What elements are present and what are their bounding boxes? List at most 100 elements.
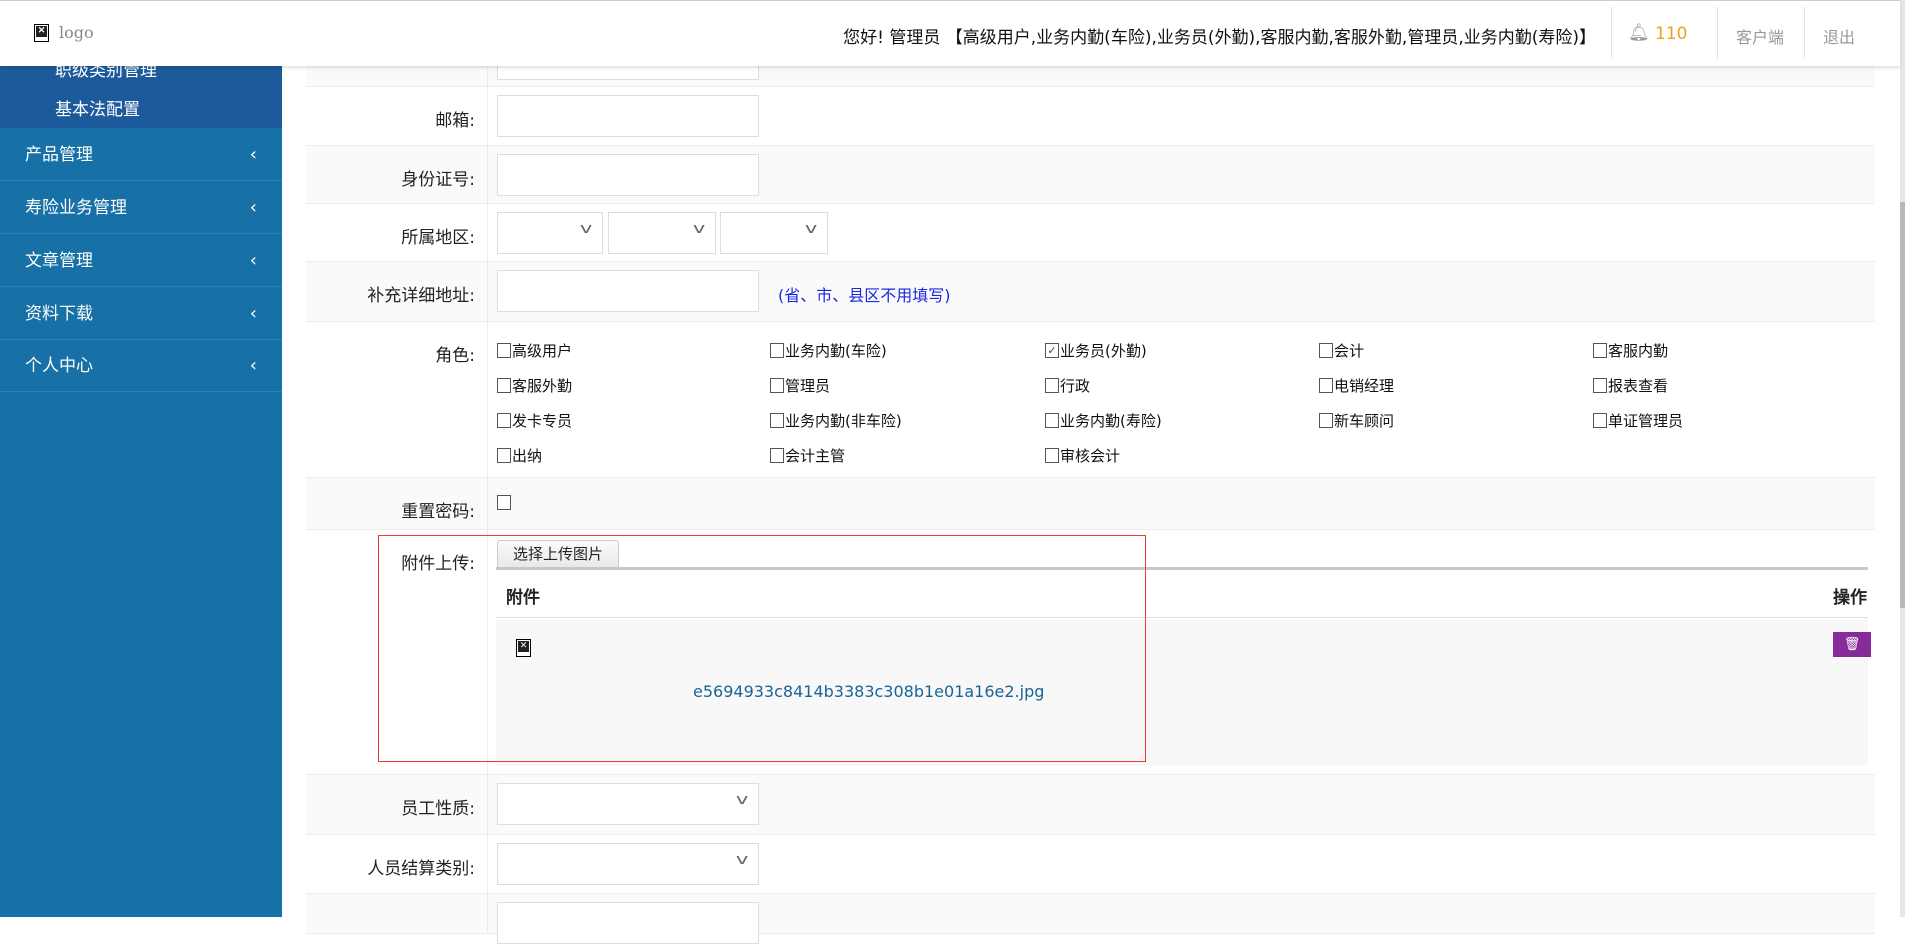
delete-button[interactable]: 🗑︎	[1833, 632, 1871, 657]
checkbox[interactable]	[1593, 343, 1607, 358]
user-greeting: 您好! 管理员 【高级用户,业务内勤(车险),业务员(外勤),客服内勤,客服外勤…	[843, 28, 1596, 48]
submenu-item-basic-law-config[interactable]: 基本法配置	[55, 95, 140, 120]
role-checkbox[interactable]: 业务内勤(寿险)	[1045, 410, 1162, 431]
form-row-employee-type: 员工性质: v	[306, 775, 1875, 835]
province-select[interactable]: v	[497, 212, 603, 254]
notification-count[interactable]: 110	[1655, 24, 1687, 44]
checkbox[interactable]	[770, 378, 784, 393]
settlement-label: 人员结算类别:	[306, 835, 488, 893]
city-select[interactable]: v	[608, 212, 716, 254]
trash-icon: 🗑︎	[1843, 637, 1861, 652]
checkbox[interactable]	[497, 448, 511, 463]
checkbox[interactable]	[1593, 378, 1607, 393]
id-number-input[interactable]	[497, 154, 759, 196]
address-label: 补充详细地址:	[306, 262, 488, 321]
employee-type-label: 员工性质:	[306, 775, 488, 834]
checkbox[interactable]	[1319, 413, 1333, 428]
role-checkbox[interactable]: 审核会计	[1045, 445, 1120, 466]
role-checkbox[interactable]: 会计	[1319, 340, 1364, 361]
checkbox[interactable]	[497, 343, 511, 358]
client-link[interactable]: 客户端	[1736, 24, 1784, 48]
email-input[interactable]	[497, 95, 759, 137]
roles-label: 角色:	[306, 322, 488, 477]
role-label: 报表查看	[1608, 377, 1669, 395]
sidebar-item-label: 产品管理	[25, 145, 93, 165]
text-input[interactable]	[497, 902, 759, 944]
logo-text: logo	[59, 23, 94, 42]
role-checkbox[interactable]: 新车顾问	[1319, 410, 1394, 431]
employee-type-select[interactable]: v	[497, 783, 759, 825]
role-checkbox[interactable]: 发卡专员	[497, 410, 572, 431]
checkbox[interactable]	[1319, 343, 1333, 358]
form-row-id: 身份证号:	[306, 146, 1875, 204]
divider	[1717, 7, 1718, 59]
checkbox[interactable]	[1319, 378, 1333, 393]
checkbox[interactable]	[770, 343, 784, 358]
role-checkbox[interactable]: 客服外勤	[497, 375, 572, 396]
district-select[interactable]: v	[720, 212, 828, 254]
chevron-down-icon: v	[735, 852, 749, 868]
role-label: 业务内勤(非车险)	[785, 412, 902, 430]
chevron-left-icon: ‹	[249, 250, 257, 271]
id-number-label: 身份证号:	[306, 146, 488, 203]
checkbox[interactable]	[497, 378, 511, 393]
role-label: 业务内勤(寿险)	[1060, 412, 1162, 430]
role-label: 管理员	[785, 377, 831, 395]
address-hint: (省、市、县区不用填写)	[778, 286, 951, 305]
role-checkbox[interactable]: 高级用户	[497, 340, 572, 361]
top-header: logo 您好! 管理员 【高级用户,业务内勤(车险),业务员(外勤),客服内勤…	[0, 0, 1900, 66]
logout-link[interactable]: 退出	[1823, 24, 1855, 48]
address-input[interactable]	[497, 270, 759, 312]
role-checkbox[interactable]: 管理员	[770, 375, 830, 396]
role-checkbox[interactable]: ✓ 业务员(外勤)	[1045, 340, 1147, 361]
checkbox[interactable]	[1593, 413, 1607, 428]
role-label: 高级用户	[512, 342, 573, 360]
settlement-select[interactable]: v	[497, 843, 759, 885]
sidebar-item-life-insurance[interactable]: 寿险业务管理 ‹	[0, 182, 282, 234]
chevron-down-icon: v	[692, 221, 706, 237]
chevron-down-icon: v	[804, 221, 818, 237]
checkbox[interactable]	[770, 413, 784, 428]
checkbox[interactable]	[1045, 448, 1059, 463]
role-checkbox[interactable]: 业务内勤(车险)	[770, 340, 887, 361]
sidebar-item-personal-center[interactable]: 个人中心 ‹	[0, 340, 282, 392]
sidebar-item-label: 资料下载	[25, 304, 93, 324]
checkbox[interactable]: ✓	[1045, 343, 1059, 358]
role-label: 新车顾问	[1334, 412, 1395, 430]
role-label: 业务员(外勤)	[1060, 342, 1147, 360]
role-label: 出纳	[512, 447, 543, 465]
checkbox[interactable]	[497, 413, 511, 428]
form-row-address: 补充详细地址: (省、市、县区不用填写)	[306, 262, 1875, 322]
checkbox[interactable]	[1045, 413, 1059, 428]
broken-image-icon	[34, 23, 49, 42]
checkbox[interactable]	[1045, 378, 1059, 393]
chevron-down-icon: v	[579, 221, 593, 237]
role-label: 会计	[1334, 342, 1365, 360]
sidebar-item-products[interactable]: 产品管理 ‹	[0, 129, 282, 181]
logo[interactable]: logo	[34, 23, 94, 42]
role-checkbox[interactable]: 行政	[1045, 375, 1090, 396]
role-checkbox[interactable]: 报表查看	[1593, 375, 1668, 396]
role-label: 单证管理员	[1608, 412, 1684, 430]
role-checkbox[interactable]: 单证管理员	[1593, 410, 1683, 431]
sidebar-item-label: 个人中心	[25, 356, 93, 376]
role-checkbox[interactable]: 出纳	[497, 445, 542, 466]
role-checkbox[interactable]: 客服内勤	[1593, 340, 1668, 361]
sidebar-item-downloads[interactable]: 资料下载 ‹	[0, 288, 282, 340]
role-checkbox[interactable]: 电销经理	[1319, 375, 1394, 396]
scrollbar[interactable]	[1900, 0, 1905, 917]
chevron-left-icon: ‹	[249, 355, 257, 376]
reset-password-label: 重置密码:	[306, 478, 488, 529]
sidebar-item-articles[interactable]: 文章管理 ‹	[0, 235, 282, 287]
reset-password-checkbox[interactable]	[497, 495, 511, 510]
bell-icon[interactable]: 🔔︎	[1628, 23, 1650, 43]
scrollbar-thumb[interactable]	[1900, 202, 1905, 608]
role-label: 电销经理	[1334, 377, 1395, 395]
divider	[1804, 7, 1805, 59]
form-row-partial	[306, 894, 1875, 944]
role-checkbox[interactable]: 业务内勤(非车险)	[770, 410, 902, 431]
divider	[1611, 7, 1612, 59]
checkbox[interactable]	[770, 448, 784, 463]
roles-checkbox-group: 高级用户 业务内勤(车险) ✓ 业务员(外勤) 会计 客服内勤客服外勤 管理员 行政 电销经理 报…	[488, 322, 1875, 477]
role-checkbox[interactable]: 会计主管	[770, 445, 845, 466]
